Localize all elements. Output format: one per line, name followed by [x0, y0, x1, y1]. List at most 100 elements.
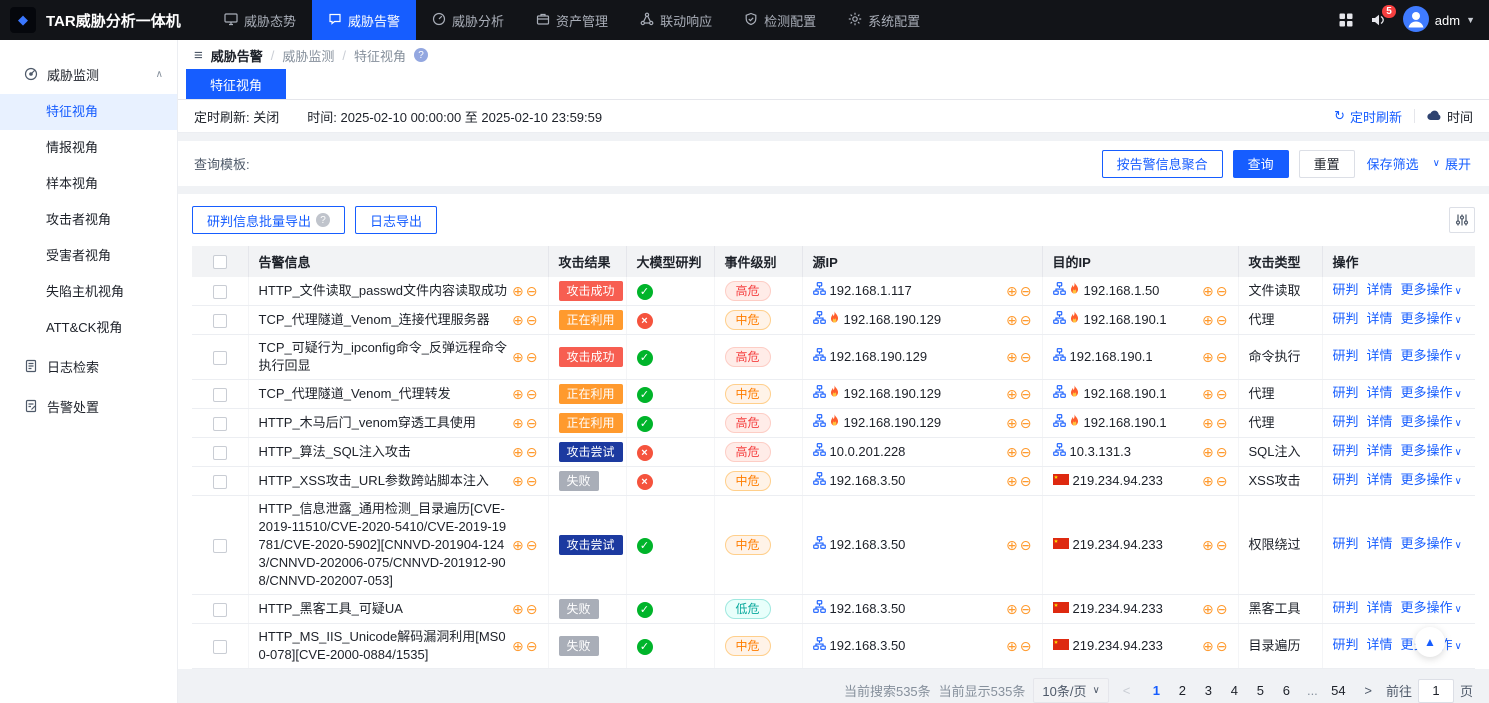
more-actions-link[interactable]: 更多操作	[1401, 385, 1453, 400]
sidebar-item-attck-view[interactable]: ATT&CK视角	[0, 310, 177, 346]
filter-include-icon[interactable]: ⊕	[1006, 416, 1018, 430]
collapse-sidebar-icon[interactable]: ≡	[194, 47, 203, 64]
filter-include-icon[interactable]: ⊕	[1202, 602, 1214, 616]
judge-link[interactable]: 研判	[1333, 443, 1359, 458]
filter-exclude-icon[interactable]: ⊖	[526, 387, 538, 401]
filter-include-icon[interactable]: ⊕	[1202, 313, 1214, 327]
filter-include-icon[interactable]: ⊕	[1202, 445, 1214, 459]
row-checkbox[interactable]	[213, 351, 227, 365]
help-icon[interactable]: ?	[414, 48, 428, 62]
page-number[interactable]: 6	[1274, 679, 1298, 703]
filter-include-icon[interactable]: ⊕	[512, 474, 524, 488]
more-actions-link[interactable]: 更多操作	[1401, 311, 1453, 326]
judge-link[interactable]: 研判	[1333, 536, 1359, 551]
nav-asset-management[interactable]: 资产管理	[520, 0, 624, 40]
page-number[interactable]: 1	[1144, 679, 1168, 703]
detail-link[interactable]: 详情	[1367, 443, 1393, 458]
filter-include-icon[interactable]: ⊕	[512, 350, 524, 364]
aggregate-by-alert-button[interactable]: 按告警信息聚合	[1102, 150, 1223, 178]
judge-link[interactable]: 研判	[1333, 311, 1359, 326]
tab-feature-view[interactable]: 特征视角	[186, 69, 286, 99]
filter-exclude-icon[interactable]: ⊖	[1216, 284, 1228, 298]
filter-exclude-icon[interactable]: ⊖	[1020, 416, 1032, 430]
filter-exclude-icon[interactable]: ⊖	[1020, 445, 1032, 459]
filter-exclude-icon[interactable]: ⊖	[1216, 602, 1228, 616]
filter-exclude-icon[interactable]: ⊖	[526, 445, 538, 459]
row-checkbox[interactable]	[213, 446, 227, 460]
row-checkbox[interactable]	[213, 475, 227, 489]
filter-include-icon[interactable]: ⊕	[1006, 313, 1018, 327]
filter-include-icon[interactable]: ⊕	[512, 416, 524, 430]
page-number[interactable]: 5	[1248, 679, 1272, 703]
filter-exclude-icon[interactable]: ⊖	[526, 474, 538, 488]
sidebar-item-attacker-view[interactable]: 攻击者视角	[0, 202, 177, 238]
export-judgment-button[interactable]: 研判信息批量导出 ?	[192, 206, 345, 234]
judge-link[interactable]: 研判	[1333, 348, 1359, 363]
column-settings-button[interactable]	[1449, 207, 1475, 233]
more-actions-link[interactable]: 更多操作	[1401, 443, 1453, 458]
filter-exclude-icon[interactable]: ⊖	[1020, 284, 1032, 298]
filter-exclude-icon[interactable]: ⊖	[1020, 387, 1032, 401]
filter-include-icon[interactable]: ⊕	[1006, 445, 1018, 459]
filter-exclude-icon[interactable]: ⊖	[1216, 639, 1228, 653]
row-checkbox[interactable]	[213, 603, 227, 617]
filter-include-icon[interactable]: ⊕	[1006, 474, 1018, 488]
filter-include-icon[interactable]: ⊕	[512, 538, 524, 552]
filter-include-icon[interactable]: ⊕	[512, 639, 524, 653]
prev-page-button[interactable]: <	[1117, 683, 1137, 698]
filter-exclude-icon[interactable]: ⊖	[1216, 538, 1228, 552]
nav-linked-response[interactable]: 联动响应	[624, 0, 728, 40]
row-checkbox[interactable]	[213, 285, 227, 299]
filter-exclude-icon[interactable]: ⊖	[526, 538, 538, 552]
filter-exclude-icon[interactable]: ⊖	[1216, 350, 1228, 364]
filter-exclude-icon[interactable]: ⊖	[1020, 474, 1032, 488]
filter-include-icon[interactable]: ⊕	[512, 387, 524, 401]
filter-exclude-icon[interactable]: ⊖	[526, 284, 538, 298]
judge-link[interactable]: 研判	[1333, 600, 1359, 615]
filter-exclude-icon[interactable]: ⊖	[1020, 639, 1032, 653]
time-button[interactable]: 时间	[1427, 107, 1473, 126]
filter-include-icon[interactable]: ⊕	[1006, 284, 1018, 298]
reset-button[interactable]: 重置	[1299, 150, 1355, 178]
detail-link[interactable]: 详情	[1367, 282, 1393, 297]
detail-link[interactable]: 详情	[1367, 311, 1393, 326]
more-actions-link[interactable]: 更多操作	[1401, 600, 1453, 615]
sidebar-item-compromised-host-view[interactable]: 失陷主机视角	[0, 274, 177, 310]
page-number[interactable]: 54	[1326, 679, 1350, 703]
detail-link[interactable]: 详情	[1367, 600, 1393, 615]
filter-include-icon[interactable]: ⊕	[1202, 387, 1214, 401]
sidebar-item-intel-view[interactable]: 情报视角	[0, 130, 177, 166]
select-all-checkbox[interactable]	[213, 255, 227, 269]
filter-exclude-icon[interactable]: ⊖	[526, 639, 538, 653]
filter-exclude-icon[interactable]: ⊖	[526, 313, 538, 327]
user-menu[interactable]: adm ▼	[1403, 6, 1475, 35]
search-button[interactable]: 查询	[1233, 150, 1289, 178]
save-filter-button[interactable]: 保存筛选	[1365, 150, 1421, 178]
breadcrumb-level1[interactable]: 威胁告警	[211, 46, 263, 65]
sidebar-item-victim-view[interactable]: 受害者视角	[0, 238, 177, 274]
sidebar-group-threat-monitor[interactable]: 威胁监测 ∧	[0, 54, 177, 94]
speaker-icon[interactable]: 5	[1370, 12, 1387, 28]
more-actions-link[interactable]: 更多操作	[1401, 282, 1453, 297]
detail-link[interactable]: 详情	[1367, 385, 1393, 400]
goto-page-input[interactable]	[1418, 679, 1454, 703]
detail-link[interactable]: 详情	[1367, 414, 1393, 429]
apps-grid-icon[interactable]	[1338, 12, 1354, 28]
filter-exclude-icon[interactable]: ⊖	[1020, 602, 1032, 616]
filter-exclude-icon[interactable]: ⊖	[1216, 313, 1228, 327]
export-log-button[interactable]: 日志导出	[355, 206, 437, 234]
filter-include-icon[interactable]: ⊕	[512, 602, 524, 616]
next-page-button[interactable]: >	[1358, 683, 1378, 698]
filter-include-icon[interactable]: ⊕	[1006, 538, 1018, 552]
filter-include-icon[interactable]: ⊕	[1202, 416, 1214, 430]
filter-include-icon[interactable]: ⊕	[1202, 284, 1214, 298]
page-size-select[interactable]: 10条/页 ∨	[1033, 678, 1108, 703]
filter-include-icon[interactable]: ⊕	[1006, 602, 1018, 616]
filter-include-icon[interactable]: ⊕	[1202, 474, 1214, 488]
nav-threat-analysis[interactable]: 威胁分析	[416, 0, 520, 40]
page-number[interactable]: 2	[1170, 679, 1194, 703]
filter-exclude-icon[interactable]: ⊖	[1020, 350, 1032, 364]
filter-include-icon[interactable]: ⊕	[1202, 639, 1214, 653]
filter-include-icon[interactable]: ⊕	[512, 445, 524, 459]
nav-threat-alert[interactable]: 威胁告警	[312, 0, 416, 40]
